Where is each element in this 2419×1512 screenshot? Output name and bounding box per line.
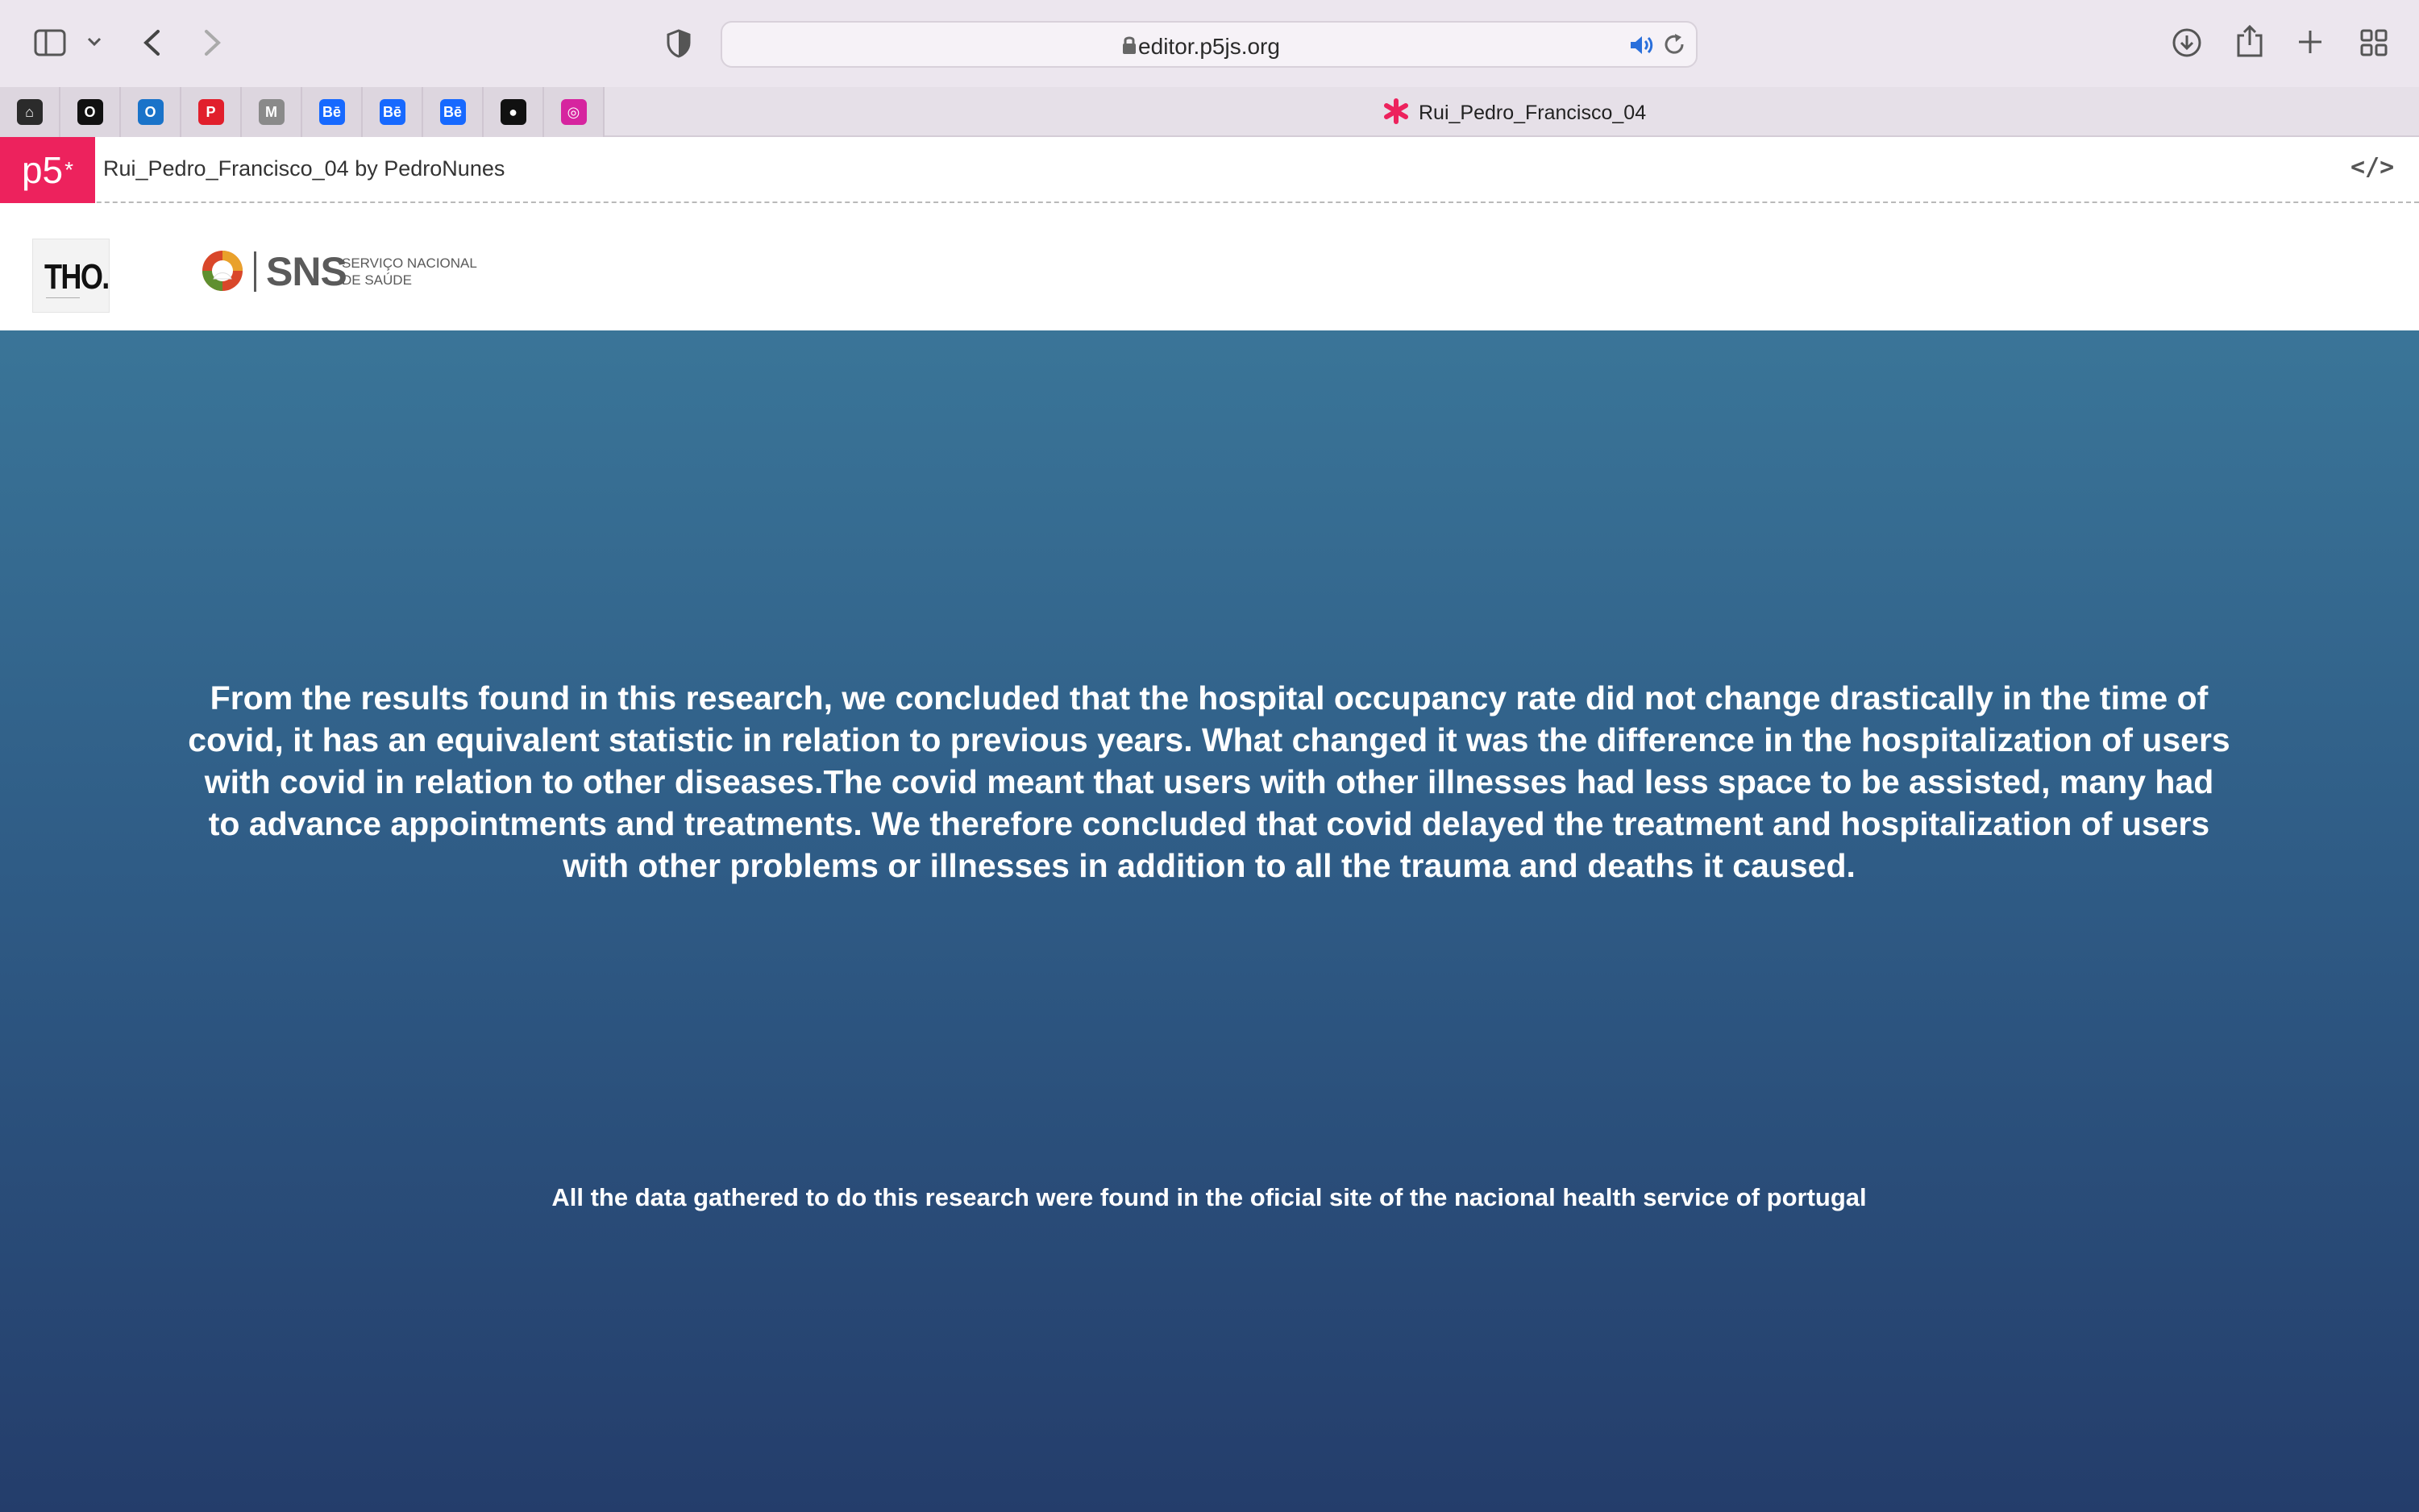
tab-bar: ⌂ O O P M Bē Bē Bē ● ◎ Rui_Pedro_Francisco_04 bbox=[0, 87, 2419, 137]
p5-logo-mark: * bbox=[64, 157, 74, 182]
home-icon: ⌂ bbox=[16, 99, 43, 125]
source-note: All the data gathered to do this researc… bbox=[551, 1183, 1867, 1211]
shield-icon[interactable] bbox=[666, 29, 692, 58]
download-icon[interactable] bbox=[2172, 27, 2202, 58]
author-link[interactable]: PedroNunes bbox=[384, 156, 505, 181]
github-icon: ● bbox=[500, 99, 526, 125]
tab-grid-icon[interactable] bbox=[2360, 29, 2388, 56]
p5-logo-text: p5 bbox=[21, 149, 64, 191]
sns-separator bbox=[254, 251, 256, 292]
code-toggle-icon[interactable]: </> bbox=[2350, 153, 2394, 181]
by-label: by bbox=[355, 156, 378, 181]
favorite-item[interactable]: O bbox=[121, 87, 181, 137]
browser-toolbar: editor.p5js.org bbox=[0, 0, 2419, 87]
favorite-item[interactable]: Bē bbox=[302, 87, 363, 137]
favorite-item[interactable]: Bē bbox=[423, 87, 484, 137]
sns-emblem-icon bbox=[200, 248, 245, 297]
favorites-bar: ⌂ O O P M Bē Bē Bē ● ◎ bbox=[0, 87, 605, 137]
behance-icon: Bē bbox=[318, 99, 345, 125]
medium-icon: M bbox=[258, 99, 285, 125]
p5-editor-header: p5 * Rui_Pedro_Francisco_04 by PedroNunes… bbox=[0, 137, 2419, 203]
reload-icon[interactable] bbox=[1664, 33, 1686, 61]
forward-icon[interactable] bbox=[203, 29, 222, 56]
favorite-item[interactable]: Bē bbox=[363, 87, 423, 137]
circle-app-icon: O bbox=[77, 99, 103, 125]
p5-asterisk-icon bbox=[1383, 98, 1409, 128]
favorite-item[interactable]: M bbox=[242, 87, 302, 137]
tho-logo-text: THO. bbox=[44, 257, 110, 297]
sidebar-icon[interactable] bbox=[34, 29, 66, 56]
logo-strip: THO. ——————— SNS SERVIÇO NACIONAL DE SAÚ… bbox=[0, 203, 2419, 330]
sns-subtitle-line-2: DE SAÚDE bbox=[342, 272, 412, 288]
gradient-panel: From the results found in this research,… bbox=[0, 330, 2419, 1512]
favorite-item[interactable]: ⌂ bbox=[0, 87, 60, 137]
sketch-name: Rui_Pedro_Francisco_04 bbox=[103, 156, 349, 181]
back-icon[interactable] bbox=[142, 29, 161, 56]
sns-subtitle-line-1: SERVIÇO NACIONAL bbox=[342, 255, 477, 271]
tho-logo: THO. ——————— bbox=[32, 239, 110, 313]
behance-icon: Bē bbox=[439, 99, 466, 125]
sns-logo-text: SNS bbox=[266, 249, 347, 294]
active-tab[interactable]: Rui_Pedro_Francisco_04 bbox=[1383, 98, 1646, 128]
share-icon[interactable] bbox=[2236, 24, 2263, 58]
chevron-down-icon[interactable] bbox=[87, 37, 102, 47]
favorite-item[interactable]: ● bbox=[484, 87, 544, 137]
behance-icon: Bē bbox=[379, 99, 405, 125]
url-text: editor.p5js.org bbox=[1138, 34, 1280, 59]
plus-icon[interactable] bbox=[2297, 29, 2323, 55]
tab-title: Rui_Pedro_Francisco_04 bbox=[1419, 102, 1647, 124]
sketch-title: Rui_Pedro_Francisco_04 by PedroNunes bbox=[103, 156, 505, 181]
instagram-icon: ◎ bbox=[560, 99, 587, 125]
sns-subtitle: SERVIÇO NACIONAL DE SAÚDE bbox=[342, 255, 477, 289]
conclusion-text: From the results found in this research,… bbox=[188, 679, 2230, 884]
pinterest-icon: P bbox=[197, 99, 224, 125]
favorite-item[interactable]: P bbox=[181, 87, 242, 137]
favorite-item[interactable]: ◎ bbox=[544, 87, 605, 137]
outlook-icon: O bbox=[137, 99, 164, 125]
p5-logo[interactable]: p5 * bbox=[0, 137, 95, 203]
speaker-icon[interactable] bbox=[1628, 34, 1654, 60]
sketch-canvas: THO. ——————— SNS SERVIÇO NACIONAL DE SAÚ… bbox=[0, 203, 2419, 1512]
tho-logo-tagline-line: ——————— bbox=[46, 296, 80, 301]
address-bar[interactable]: editor.p5js.org bbox=[721, 21, 1698, 68]
favorite-item[interactable]: O bbox=[60, 87, 121, 137]
